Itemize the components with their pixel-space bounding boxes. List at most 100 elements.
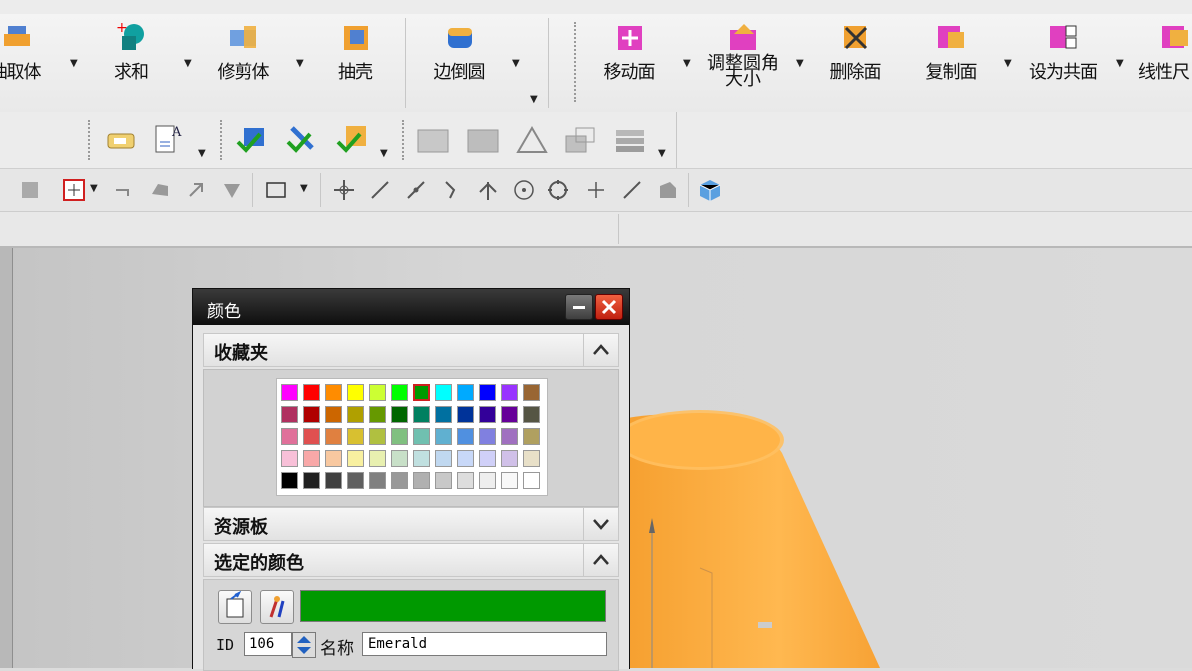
copy-face-button[interactable]: 复制面 — [906, 18, 996, 98]
linear-dimension-button[interactable]: 线性尺 — [1128, 18, 1192, 98]
chevron-down-icon[interactable] — [583, 508, 618, 540]
color-swatch[interactable] — [303, 472, 320, 489]
color-swatch[interactable] — [369, 428, 386, 445]
color-swatch[interactable] — [413, 472, 430, 489]
chevron-down-icon[interactable]: ▼ — [380, 148, 388, 159]
color-swatch[interactable] — [391, 472, 408, 489]
undo-arrow-icon[interactable] — [110, 178, 134, 202]
edit-properties-icon[interactable]: A — [150, 122, 186, 158]
snap-point-icon[interactable] — [62, 178, 86, 202]
view-frame-icon[interactable] — [414, 122, 450, 158]
color-swatch[interactable] — [281, 472, 298, 489]
plus-point-icon[interactable] — [584, 178, 608, 202]
color-swatch[interactable] — [369, 406, 386, 423]
color-swatch[interactable] — [369, 450, 386, 467]
point-on-curve-icon[interactable] — [620, 178, 644, 202]
color-swatch[interactable] — [523, 428, 540, 445]
edit-object-display-icon[interactable] — [104, 122, 140, 158]
color-swatch[interactable] — [457, 406, 474, 423]
color-swatch[interactable] — [347, 428, 364, 445]
toolbar-grip[interactable] — [88, 120, 93, 160]
color-swatch[interactable] — [281, 450, 298, 467]
unite-button[interactable]: + 求和 — [86, 18, 176, 98]
color-swatch[interactable] — [347, 450, 364, 467]
color-swatch[interactable] — [457, 428, 474, 445]
color-swatch[interactable] — [325, 450, 342, 467]
color-swatch[interactable] — [281, 384, 298, 401]
color-swatch[interactable] — [347, 384, 364, 401]
color-swatch[interactable] — [457, 450, 474, 467]
chevron-down-icon[interactable]: ▼ — [184, 58, 192, 69]
color-swatch[interactable] — [391, 406, 408, 423]
check-part-icon[interactable] — [334, 122, 370, 158]
color-id-input[interactable]: 106 — [244, 632, 292, 656]
make-coplanar-button[interactable]: 设为共面 — [1018, 18, 1108, 98]
color-swatch[interactable] — [303, 384, 320, 401]
chevron-up-icon[interactable] — [583, 334, 618, 366]
toolbar-grip[interactable] — [402, 120, 407, 160]
color-swatch[interactable] — [369, 384, 386, 401]
color-swatch[interactable] — [479, 384, 496, 401]
color-swatch[interactable] — [391, 428, 408, 445]
color-swatch[interactable] — [435, 428, 452, 445]
ribbon-grip[interactable] — [574, 22, 579, 102]
color-swatch[interactable] — [303, 450, 320, 467]
color-id-spinner[interactable] — [292, 632, 316, 658]
chevron-down-icon[interactable]: ▼ — [296, 58, 304, 69]
chevron-up-icon[interactable] — [583, 544, 618, 576]
favorites-section-header[interactable]: 收藏夹 — [203, 333, 619, 367]
close-button[interactable] — [595, 294, 623, 320]
arc-center-icon[interactable] — [512, 178, 536, 202]
chevron-down-icon[interactable]: ▼ — [530, 94, 538, 105]
cube-view-icon[interactable] — [698, 178, 722, 202]
chevron-down-icon[interactable]: ▼ — [90, 183, 98, 194]
chevron-down-icon[interactable]: ▼ — [683, 58, 691, 69]
color-swatch[interactable] — [435, 384, 452, 401]
chevron-down-icon[interactable]: ▼ — [198, 148, 206, 159]
view-section-icon[interactable] — [562, 122, 598, 158]
color-swatch[interactable] — [501, 472, 518, 489]
color-swatch[interactable] — [413, 384, 430, 401]
palette-section-header[interactable]: 资源板 — [203, 507, 619, 541]
color-swatch[interactable] — [281, 406, 298, 423]
color-picker-button[interactable] — [260, 590, 294, 624]
solid-icon[interactable] — [148, 178, 172, 202]
selection-filter-icon[interactable] — [18, 178, 42, 202]
color-swatch[interactable] — [325, 428, 342, 445]
layers-icon[interactable] — [612, 122, 648, 158]
quadrant-point-icon[interactable] — [546, 178, 570, 202]
chevron-down-icon[interactable]: ▼ — [512, 58, 520, 69]
move-cross-icon[interactable] — [332, 178, 356, 202]
color-swatch[interactable] — [413, 406, 430, 423]
feature-icon[interactable] — [220, 178, 244, 202]
add-to-favorites-button[interactable] — [218, 590, 252, 624]
triangle-icon[interactable] — [514, 122, 550, 158]
point-on-face-icon[interactable] — [656, 178, 680, 202]
color-swatch[interactable] — [501, 384, 518, 401]
color-swatch[interactable] — [369, 472, 386, 489]
color-swatch[interactable] — [325, 472, 342, 489]
color-swatch[interactable] — [479, 450, 496, 467]
color-swatch[interactable] — [281, 428, 298, 445]
toolbar-grip[interactable] — [220, 120, 225, 160]
shell-button[interactable]: 抽壳 — [310, 18, 400, 98]
color-swatch[interactable] — [435, 406, 452, 423]
trim-body-button[interactable]: 修剪体 — [198, 18, 288, 98]
chevron-down-icon[interactable]: ▼ — [300, 183, 308, 194]
color-swatch[interactable] — [523, 472, 540, 489]
check-blue-icon[interactable] — [234, 122, 270, 158]
color-swatch[interactable] — [523, 384, 540, 401]
color-swatch[interactable] — [523, 450, 540, 467]
chevron-down-icon[interactable]: ▼ — [796, 58, 804, 69]
minimize-button[interactable] — [565, 294, 593, 320]
curve-point-icon[interactable] — [440, 178, 464, 202]
color-swatch[interactable] — [501, 428, 518, 445]
intersection-icon[interactable] — [476, 178, 500, 202]
color-swatch[interactable] — [479, 472, 496, 489]
color-swatch[interactable] — [457, 384, 474, 401]
color-swatch[interactable] — [391, 450, 408, 467]
rectangle-select-icon[interactable] — [264, 178, 288, 202]
color-swatch[interactable] — [325, 406, 342, 423]
edge-blend-button[interactable]: 边倒圆 — [414, 18, 504, 98]
selected-color-section-header[interactable]: 选定的颜色 — [203, 543, 619, 577]
